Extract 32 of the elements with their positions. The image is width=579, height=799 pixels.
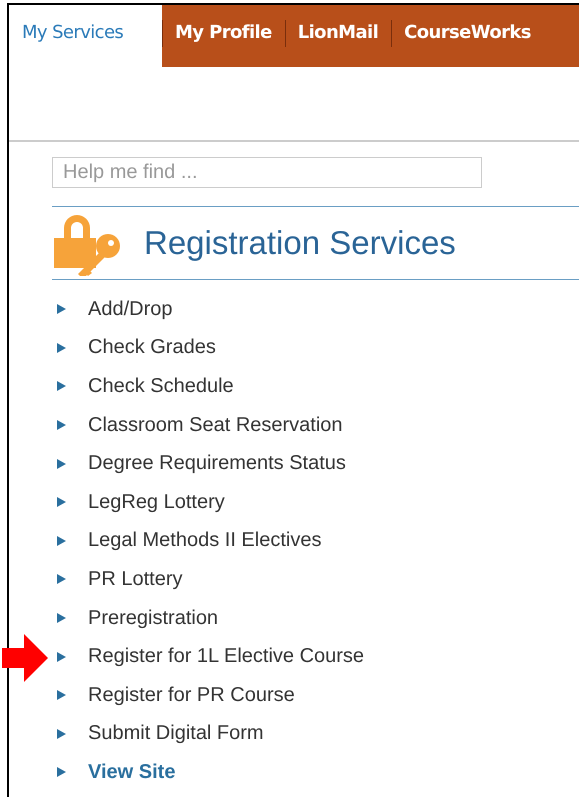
- triangle-icon: [57, 458, 66, 469]
- triangle-icon: [57, 613, 66, 624]
- service-link[interactable]: PR Lottery: [88, 568, 182, 591]
- service-link[interactable]: Register for PR Course: [88, 684, 295, 707]
- triangle-icon: [57, 728, 66, 739]
- service-link[interactable]: Check Schedule: [88, 374, 234, 398]
- tab-bar: [544, 5, 579, 67]
- view-site-link[interactable]: View Site: [88, 760, 176, 784]
- service-link[interactable]: Submit Digital Form: [88, 722, 264, 746]
- section-title: Registration Services: [144, 224, 456, 262]
- service-link[interactable]: Legal Methods II Electives: [88, 529, 322, 552]
- service-link[interactable]: Register for 1L Elective Course: [88, 645, 364, 668]
- service-link[interactable]: Degree Requirements Status: [88, 452, 346, 476]
- triangle-icon: [57, 420, 66, 430]
- service-link[interactable]: Check Grades: [88, 336, 216, 360]
- service-link[interactable]: LegReg Lottery: [88, 490, 225, 514]
- triangle-icon: [57, 497, 66, 508]
- triangle-icon: [57, 536, 66, 546]
- triangle-icon: [57, 381, 66, 392]
- tab[interactable]: LionMail: [284, 5, 392, 67]
- triangle-icon: [57, 767, 66, 778]
- triangle-icon: [57, 304, 66, 314]
- tab[interactable]: My Profile: [162, 5, 285, 67]
- triangle-icon: [57, 652, 66, 662]
- service-link[interactable]: Classroom Seat Reservation: [88, 414, 343, 437]
- triangle-icon: [57, 342, 66, 353]
- search-field[interactable]: Help me find ...: [52, 157, 482, 188]
- service-link[interactable]: Preregistration: [88, 606, 218, 630]
- triangle-icon: [57, 690, 66, 700]
- tab[interactable]: CourseWorks: [391, 5, 544, 67]
- triangle-icon: [57, 574, 66, 584]
- service-link[interactable]: Add/Drop: [88, 298, 172, 321]
